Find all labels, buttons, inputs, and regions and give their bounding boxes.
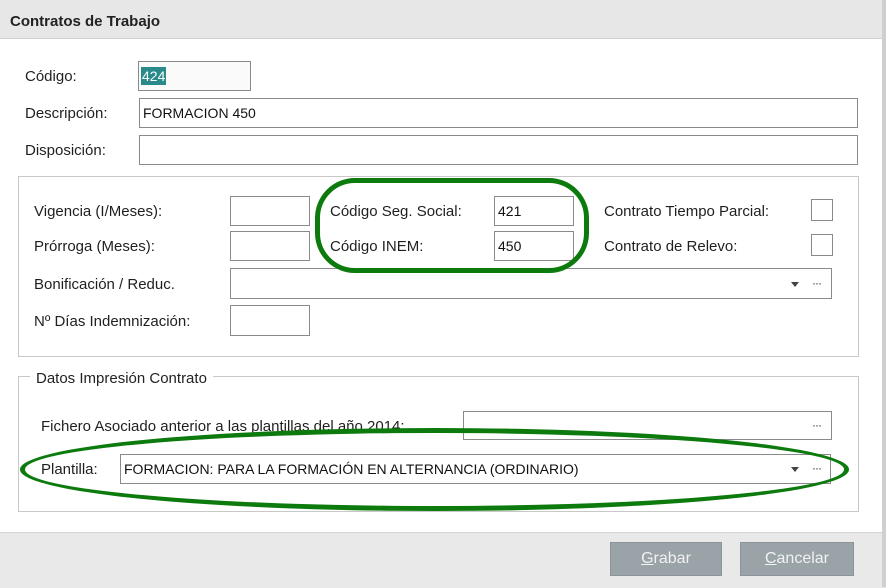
tiempo-parcial-checkbox[interactable] — [811, 199, 833, 221]
vigencia-label: Vigencia (I/Meses): — [34, 203, 163, 220]
fichero-input[interactable] — [463, 411, 832, 440]
plantilla-value: FORMACION: PARA LA FORMACIÓN EN ALTERNAN… — [124, 461, 579, 477]
cancelar-label: ancelar — [776, 550, 830, 567]
prorroga-label: Prórroga (Meses): — [34, 238, 155, 255]
print-data-group — [18, 376, 859, 512]
codigo-label: Código: — [25, 68, 77, 85]
window-border — [882, 0, 886, 587]
codigo-input[interactable]: 424 — [138, 61, 251, 91]
ellipsis-icon[interactable]: ··· — [812, 461, 822, 475]
bonificacion-label: Bonificación / Reduc. — [34, 276, 175, 293]
seg-social-value: 421 — [498, 203, 522, 219]
descripcion-label: Descripción: — [25, 105, 108, 122]
fichero-label: Fichero Asociado anterior a las plantill… — [41, 418, 405, 435]
plantilla-combo[interactable]: FORMACION: PARA LA FORMACIÓN EN ALTERNAN… — [120, 454, 831, 484]
chevron-down-icon[interactable] — [791, 282, 799, 287]
title-bar: Contratos de Trabajo — [0, 0, 886, 39]
bonificacion-combo[interactable] — [230, 268, 832, 299]
dias-indemnizacion-input[interactable] — [230, 305, 310, 336]
codigo-value: 424 — [141, 67, 167, 85]
window-title: Contratos de Trabajo — [10, 13, 161, 30]
disposicion-input[interactable] — [139, 135, 858, 165]
seg-social-input[interactable]: 421 — [494, 196, 574, 226]
ellipsis-icon[interactable]: ··· — [812, 418, 822, 432]
grabar-mnemonic: G — [641, 550, 654, 567]
inem-value: 450 — [498, 238, 522, 254]
chevron-down-icon[interactable] — [791, 467, 799, 472]
print-group-title: Datos Impresión Contrato — [30, 370, 213, 387]
tiempo-parcial-label: Contrato Tiempo Parcial: — [604, 203, 770, 220]
grabar-label: rabar — [653, 550, 691, 567]
inem-input[interactable]: 450 — [494, 231, 574, 261]
prorroga-input[interactable] — [230, 231, 310, 261]
relevo-label: Contrato de Relevo: — [604, 238, 738, 255]
vigencia-input[interactable] — [230, 196, 310, 226]
grabar-button[interactable]: Grabar — [610, 542, 722, 576]
cancelar-mnemonic: C — [764, 550, 777, 567]
plantilla-label: Plantilla: — [41, 461, 98, 478]
relevo-checkbox[interactable] — [811, 234, 833, 256]
inem-label: Código INEM: — [330, 238, 424, 255]
cancelar-button[interactable]: Cancelar — [740, 542, 854, 576]
dias-indemnizacion-label: Nº Días Indemnización: — [34, 313, 191, 330]
seg-social-label: Código Seg. Social: — [330, 203, 462, 220]
descripcion-value: FORMACION 450 — [143, 105, 256, 121]
ellipsis-icon[interactable]: ··· — [812, 276, 822, 290]
descripcion-input[interactable]: FORMACION 450 — [139, 98, 858, 128]
disposicion-label: Disposición: — [25, 142, 106, 159]
